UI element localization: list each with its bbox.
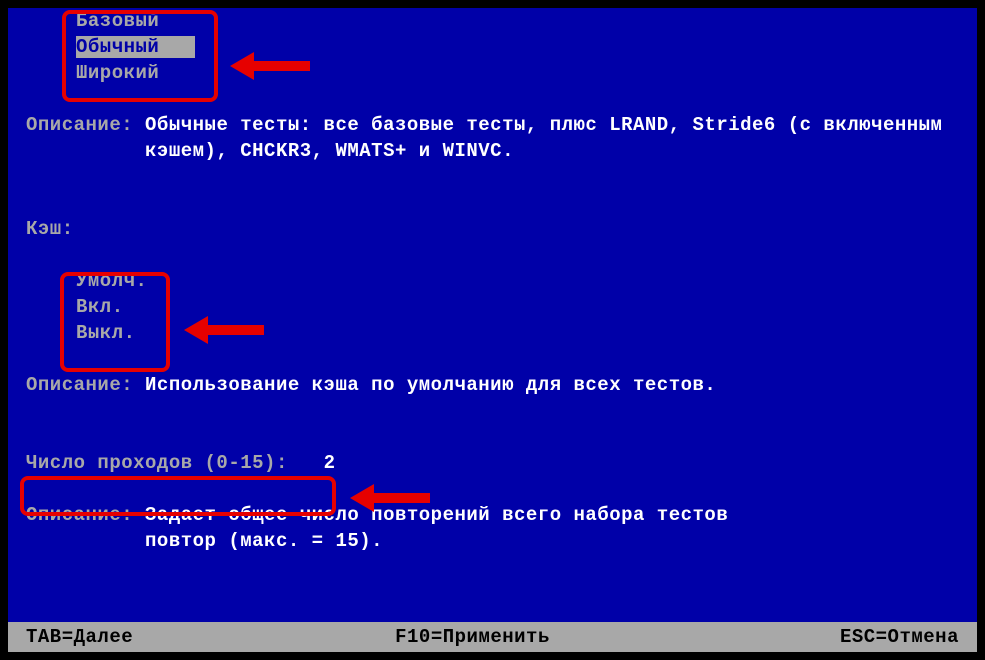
test-option-basic-label: Базовый <box>76 10 159 32</box>
cache-option-on[interactable]: Вкл. <box>76 294 977 320</box>
status-bar: TAB=Далее F10=Применить ESC=Отмена <box>8 622 977 652</box>
passes-desc-row2: повтор (макс. = 15). <box>26 528 977 554</box>
test-desc-row1: Описание: Обычные тесты: все базовые тес… <box>26 112 977 138</box>
test-desc-row2: кэшем), CHCKR3, WMATS+ и WINVC. <box>26 138 977 164</box>
test-option-standard-label: Обычный <box>76 36 159 58</box>
cache-option-off[interactable]: Выкл. <box>76 320 977 346</box>
status-tab: TAB=Далее <box>26 626 350 648</box>
cache-option-default[interactable]: Умолч. <box>76 268 977 294</box>
cache-desc-label: Описание: <box>26 374 133 396</box>
test-option-basic[interactable]: Базовый <box>76 8 977 34</box>
passes-desc-row1: Описание: Задает общее число повторений … <box>26 502 977 528</box>
passes-label: Число проходов (0-15): <box>26 452 288 474</box>
cache-option-on-label: Вкл. <box>76 296 124 318</box>
passes-row[interactable]: Число проходов (0-15): 2 <box>26 450 977 476</box>
test-desc-text-2: кэшем), CHCKR3, WMATS+ и WINVC. <box>145 140 514 162</box>
test-option-standard[interactable]: Обычный <box>76 34 977 60</box>
memory-diagnostic-screen: Базовый Обычный Широкий Описание: Обычны… <box>0 0 985 660</box>
cache-option-default-label: Умолч. <box>76 270 147 292</box>
cache-option-off-label: Выкл. <box>76 322 136 344</box>
cache-desc-row: Описание: Использование кэша по умолчани… <box>26 372 977 398</box>
cache-label: Кэш: <box>26 216 977 242</box>
status-f10: F10=Применить <box>310 626 634 648</box>
cache-desc-text: Использование кэша по умолчанию для всех… <box>145 374 716 396</box>
test-desc-text-1: Обычные тесты: все базовые тесты, плюс L… <box>145 114 942 136</box>
passes-desc-text-2: повтор (макс. = 15). <box>145 530 383 552</box>
desc-label: Описание: <box>26 114 133 136</box>
test-option-wide[interactable]: Широкий <box>76 60 977 86</box>
test-option-wide-label: Широкий <box>76 62 159 84</box>
passes-desc-text-1: Задает общее число повторений всего набо… <box>145 504 728 526</box>
status-esc: ESC=Отмена <box>635 626 959 648</box>
passes-value[interactable]: 2 <box>324 452 336 474</box>
passes-desc-label: Описание: <box>26 504 133 526</box>
main-content: Базовый Обычный Широкий Описание: Обычны… <box>8 8 977 622</box>
